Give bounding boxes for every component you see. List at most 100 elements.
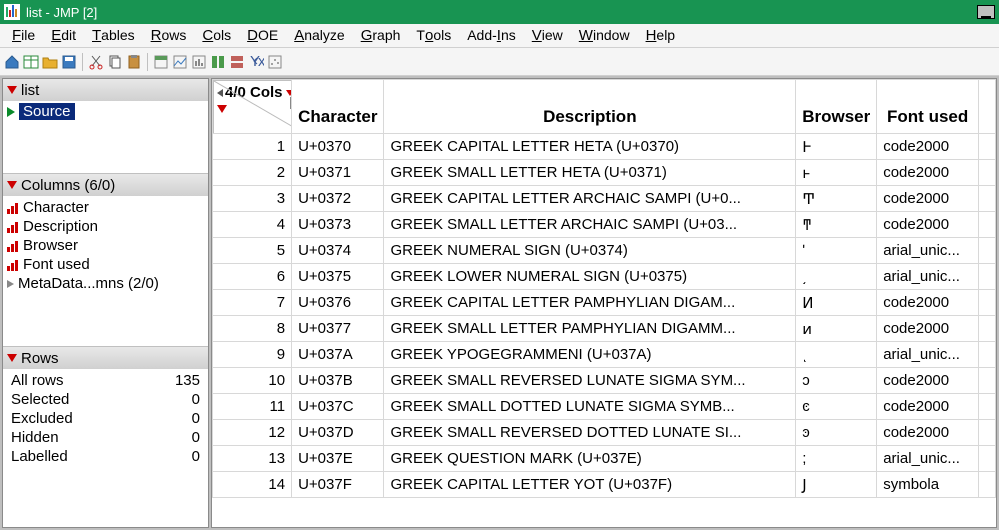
cell-char[interactable]: U+0374: [292, 238, 384, 264]
cell-font[interactable]: code2000: [877, 420, 979, 446]
cell-desc[interactable]: GREEK CAPITAL LETTER PAMPHYLIAN DIGAM...: [384, 290, 796, 316]
column-item[interactable]: Description: [7, 217, 204, 236]
menu-cols[interactable]: Cols: [194, 25, 239, 46]
table-row[interactable]: 3U+0372GREEK CAPITAL LETTER ARCHAIC SAMP…: [213, 186, 996, 212]
row-stat[interactable]: All rows135: [7, 371, 204, 390]
cell-font[interactable]: code2000: [877, 160, 979, 186]
cell-font[interactable]: code2000: [877, 368, 979, 394]
cell-desc[interactable]: GREEK CAPITAL LETTER YOT (U+037F): [384, 472, 796, 498]
cell-brow[interactable]: ͼ: [796, 394, 877, 420]
cell-brow[interactable]: ͺ: [796, 342, 877, 368]
cell-char[interactable]: U+0373: [292, 212, 384, 238]
cell-desc[interactable]: GREEK SMALL REVERSED LUNATE SIGMA SYM...: [384, 368, 796, 394]
cell-desc[interactable]: GREEK SMALL LETTER HETA (U+0371): [384, 160, 796, 186]
menu-tools[interactable]: Tools: [408, 25, 459, 46]
menu-help[interactable]: Help: [638, 25, 684, 46]
table-row[interactable]: 2U+0371GREEK SMALL LETTER HETA (U+0371)ͱ…: [213, 160, 996, 186]
cell-char[interactable]: U+037F: [292, 472, 384, 498]
cell-desc[interactable]: GREEK CAPITAL LETTER ARCHAIC SAMPI (U+0.…: [384, 186, 796, 212]
table-row[interactable]: 12U+037DGREEK SMALL REVERSED DOTTED LUNA…: [213, 420, 996, 446]
cell-desc[interactable]: GREEK QUESTION MARK (U+037E): [384, 446, 796, 472]
data-table[interactable]: 4/0 Cols Character Description Browser F…: [212, 79, 996, 498]
table-panel-header[interactable]: list: [3, 79, 208, 101]
tool-4-icon[interactable]: [210, 54, 226, 70]
cell-font[interactable]: symbola: [877, 472, 979, 498]
col-header-character[interactable]: Character: [292, 80, 384, 134]
cell-char[interactable]: U+0370: [292, 134, 384, 160]
menu-graph[interactable]: Graph: [353, 25, 409, 46]
cell-char[interactable]: U+0372: [292, 186, 384, 212]
cell-rownum[interactable]: 4: [213, 212, 292, 238]
row-menu-icon[interactable]: [217, 105, 227, 130]
cell-extra[interactable]: [979, 134, 996, 160]
menu-file[interactable]: File: [4, 25, 43, 46]
cell-desc[interactable]: GREEK CAPITAL LETTER HETA (U+0370): [384, 134, 796, 160]
column-item[interactable]: Character: [7, 198, 204, 217]
cell-brow[interactable]: Ϳ: [796, 472, 877, 498]
home-icon[interactable]: [4, 54, 20, 70]
table-row[interactable]: 8U+0377GREEK SMALL LETTER PAMPHYLIAN DIG…: [213, 316, 996, 342]
cell-extra[interactable]: [979, 394, 996, 420]
table-row[interactable]: 6U+0375GREEK LOWER NUMERAL SIGN (U+0375)…: [213, 264, 996, 290]
disclosure-icon[interactable]: [7, 86, 17, 94]
cell-rownum[interactable]: 2: [213, 160, 292, 186]
row-stat[interactable]: Selected0: [7, 390, 204, 409]
cell-char[interactable]: U+0377: [292, 316, 384, 342]
menu-rows[interactable]: Rows: [143, 25, 195, 46]
cell-brow[interactable]: ;: [796, 446, 877, 472]
menu-edit[interactable]: Edit: [43, 25, 84, 46]
cell-desc[interactable]: GREEK NUMERAL SIGN (U+0374): [384, 238, 796, 264]
tool-3-icon[interactable]: [191, 54, 207, 70]
row-stat[interactable]: Labelled0: [7, 447, 204, 466]
tool-6-icon[interactable]: Yx: [248, 54, 264, 70]
cell-rownum[interactable]: 13: [213, 446, 292, 472]
column-item[interactable]: Font used: [7, 255, 204, 274]
cell-font[interactable]: code2000: [877, 186, 979, 212]
tool-2-icon[interactable]: [172, 54, 188, 70]
cell-desc[interactable]: GREEK SMALL REVERSED DOTTED LUNATE SI...: [384, 420, 796, 446]
cell-char[interactable]: U+037B: [292, 368, 384, 394]
cell-rownum[interactable]: 12: [213, 420, 292, 446]
table-row[interactable]: 11U+037CGREEK SMALL DOTTED LUNATE SIGMA …: [213, 394, 996, 420]
cell-rownum[interactable]: 3: [213, 186, 292, 212]
cell-char[interactable]: U+037D: [292, 420, 384, 446]
titlebar[interactable]: list - JMP [2]: [0, 0, 999, 24]
cell-font[interactable]: arial_unic...: [877, 446, 979, 472]
cell-extra[interactable]: [979, 420, 996, 446]
col-header-extra[interactable]: [979, 80, 996, 134]
table-row[interactable]: 4U+0373GREEK SMALL LETTER ARCHAIC SAMPI …: [213, 212, 996, 238]
cell-char[interactable]: U+0371: [292, 160, 384, 186]
grid-corner[interactable]: 4/0 Cols: [213, 80, 292, 134]
menu-window[interactable]: Window: [571, 25, 638, 46]
cell-brow[interactable]: ͳ: [796, 212, 877, 238]
cell-extra[interactable]: [979, 368, 996, 394]
cell-rownum[interactable]: 1: [213, 134, 292, 160]
cell-font[interactable]: arial_unic...: [877, 238, 979, 264]
cell-brow[interactable]: ʹ: [796, 238, 877, 264]
menu-tables[interactable]: Tables: [84, 25, 143, 46]
cell-font[interactable]: code2000: [877, 212, 979, 238]
cell-font[interactable]: code2000: [877, 290, 979, 316]
expand-icon[interactable]: [7, 280, 14, 288]
save-icon[interactable]: [61, 54, 77, 70]
cell-brow[interactable]: ͽ: [796, 420, 877, 446]
cell-extra[interactable]: [979, 212, 996, 238]
cell-char[interactable]: U+0376: [292, 290, 384, 316]
paste-icon[interactable]: [126, 54, 142, 70]
col-header-browser[interactable]: Browser: [796, 80, 877, 134]
minimize-button[interactable]: [977, 5, 995, 19]
table-row[interactable]: 14U+037FGREEK CAPITAL LETTER YOT (U+037F…: [213, 472, 996, 498]
cell-brow[interactable]: Ͳ: [796, 186, 877, 212]
cell-brow[interactable]: ͷ: [796, 316, 877, 342]
cell-extra[interactable]: [979, 160, 996, 186]
table-row[interactable]: 13U+037EGREEK QUESTION MARK (U+037E);ari…: [213, 446, 996, 472]
cell-desc[interactable]: GREEK SMALL DOTTED LUNATE SIGMA SYMB...: [384, 394, 796, 420]
source-item[interactable]: Source: [19, 103, 75, 120]
cell-rownum[interactable]: 5: [213, 238, 292, 264]
cell-brow[interactable]: Ͷ: [796, 290, 877, 316]
cell-extra[interactable]: [979, 290, 996, 316]
menu-view[interactable]: View: [524, 25, 571, 46]
play-icon[interactable]: [7, 107, 15, 117]
col-header-font[interactable]: Font used: [877, 80, 979, 134]
table-row[interactable]: 7U+0376GREEK CAPITAL LETTER PAMPHYLIAN D…: [213, 290, 996, 316]
